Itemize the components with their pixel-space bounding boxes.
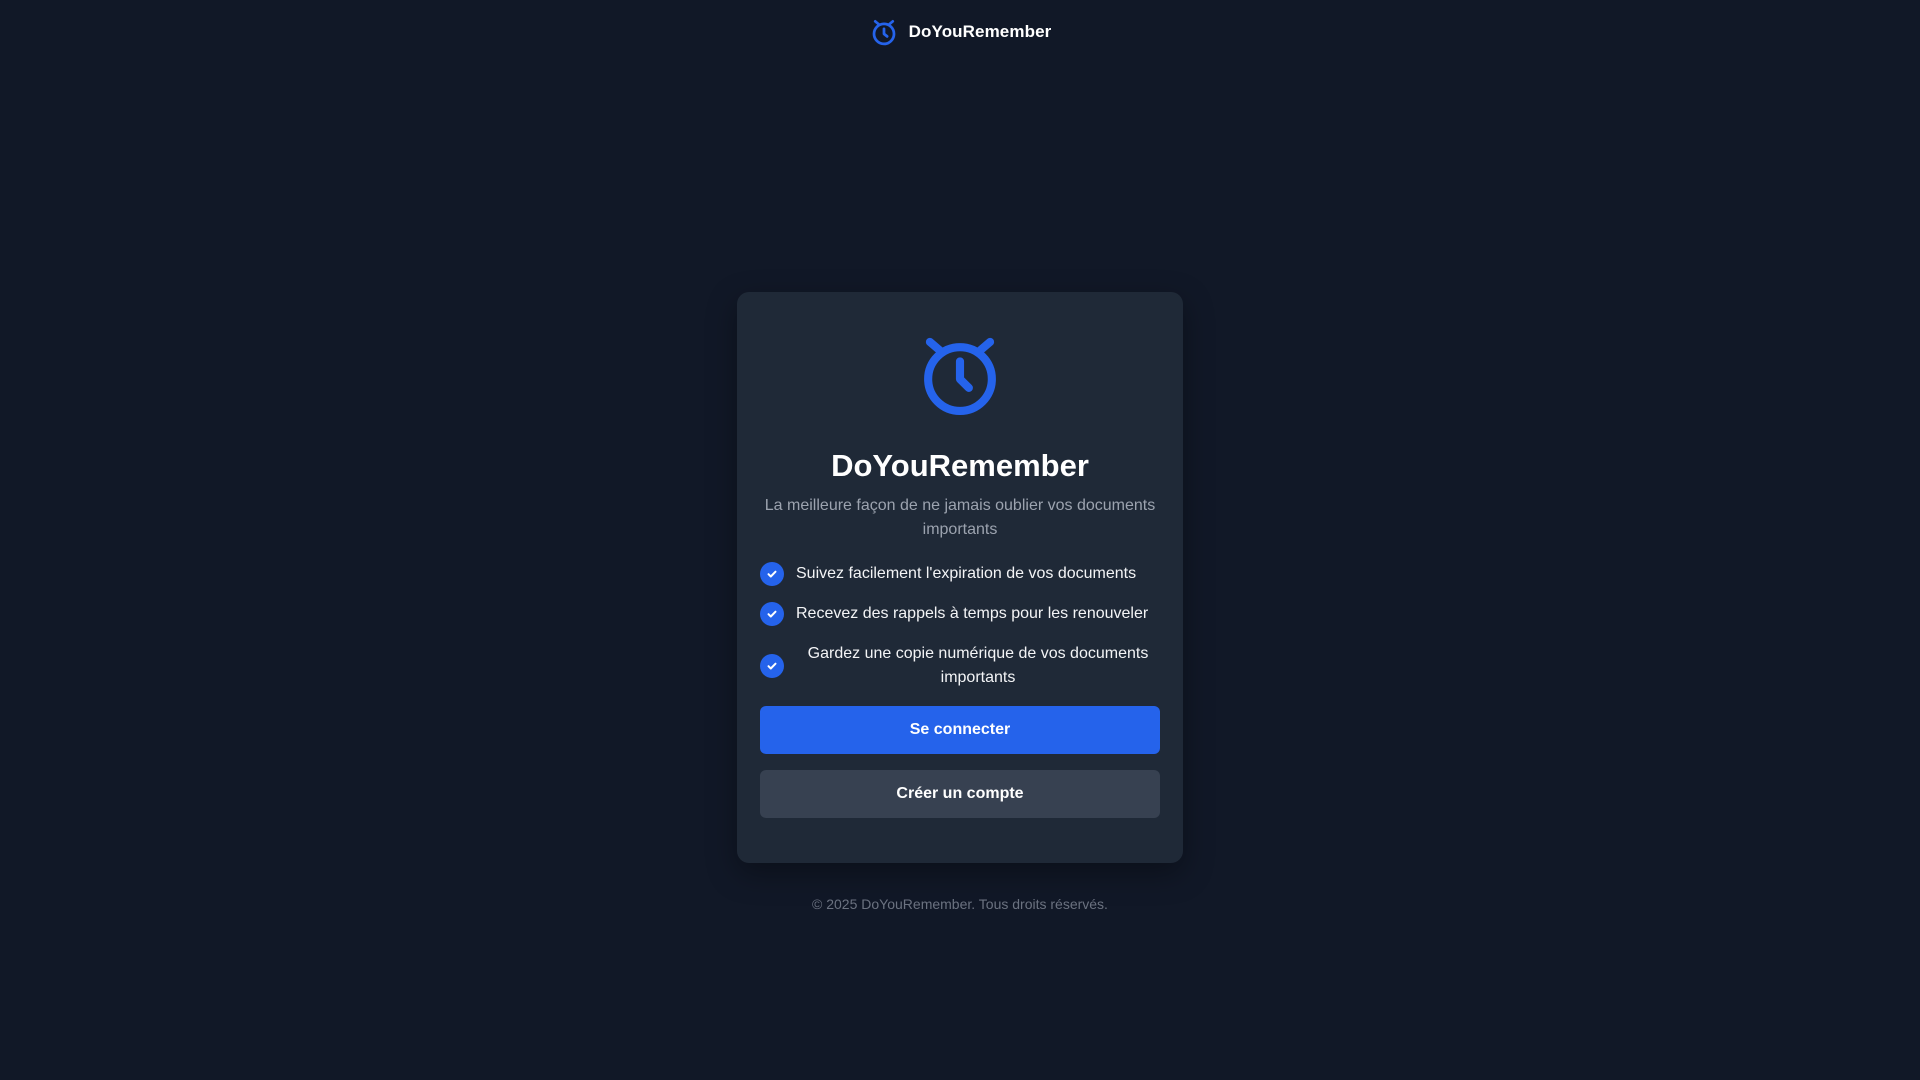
welcome-card: DoYouRemember La meilleure façon de ne j… — [737, 292, 1183, 863]
card-title: DoYouRemember — [831, 448, 1089, 483]
feature-item: Suivez facilement l'expiration de vos do… — [760, 562, 1160, 586]
alarm-clock-icon — [760, 326, 1160, 418]
card-subtitle: La meilleure façon de ne jamais oublier … — [764, 497, 1156, 538]
feature-text: Recevez des rappels à temps pour les ren… — [796, 605, 1149, 622]
login-button[interactable]: Se connecter — [760, 706, 1160, 754]
check-icon — [760, 654, 784, 678]
feature-item: Recevez des rappels à temps pour les ren… — [760, 602, 1160, 626]
feature-list: Suivez facilement l'expiration de vos do… — [760, 562, 1160, 690]
feature-item: Gardez une copie numérique de vos docume… — [760, 642, 1160, 690]
top-header: DoYouRemember — [0, 0, 1920, 64]
brand[interactable]: DoYouRemember — [869, 17, 1052, 47]
brand-name: DoYouRemember — [908, 22, 1052, 41]
check-icon — [760, 602, 784, 626]
check-icon — [760, 562, 784, 586]
alarm-clock-icon — [869, 17, 899, 47]
feature-text: Gardez une copie numérique de vos docume… — [807, 645, 1149, 686]
footer-copyright: © 2025 DoYouRemember. Tous droits réserv… — [812, 896, 1108, 912]
signup-button[interactable]: Créer un compte — [760, 770, 1160, 818]
feature-text: Suivez facilement l'expiration de vos do… — [796, 565, 1137, 582]
